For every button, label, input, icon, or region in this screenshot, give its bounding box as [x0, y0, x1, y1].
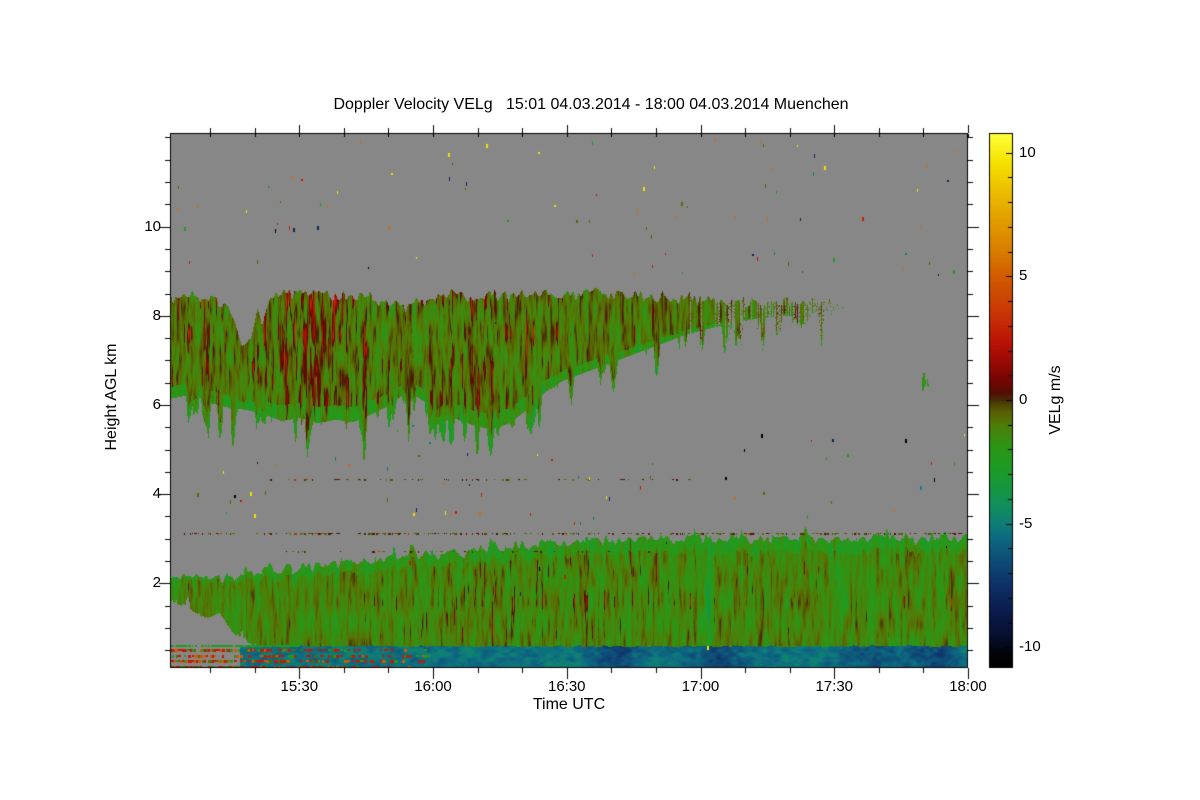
- colorbar-tick-label: -10: [1019, 638, 1041, 656]
- x-axis-label: Time UTC: [532, 696, 606, 713]
- chart-title: Doppler Velocity VELg 15:01 04.03.2014 -…: [333, 96, 849, 113]
- doppler-velocity-quicklook: Doppler Velocity VELg 15:01 04.03.2014 -…: [0, 0, 1200, 800]
- x-tick-label: 15:30: [280, 678, 319, 695]
- x-tick-label: 17:00: [681, 678, 720, 695]
- y-tick-label: 6: [152, 395, 161, 413]
- x-tick-label: 16:00: [414, 678, 452, 695]
- x-tick-label: 17:30: [815, 678, 854, 695]
- y-tick-label: 10: [144, 217, 161, 235]
- y-tick-label: 4: [152, 485, 161, 503]
- colorbar-tick-label: 0: [1019, 391, 1028, 408]
- y-tick-label: 2: [152, 574, 161, 592]
- y-axis-label: Height AGL km: [103, 343, 120, 451]
- colorbar-tick-label: -5: [1019, 514, 1033, 532]
- y-tick-label: 8: [152, 306, 161, 324]
- colorbar-tick-label: 10: [1019, 143, 1036, 161]
- x-tick-label: 18:00: [949, 678, 987, 695]
- x-tick-label: 16:30: [547, 678, 586, 695]
- colorbar-tick-label: 5: [1019, 267, 1028, 285]
